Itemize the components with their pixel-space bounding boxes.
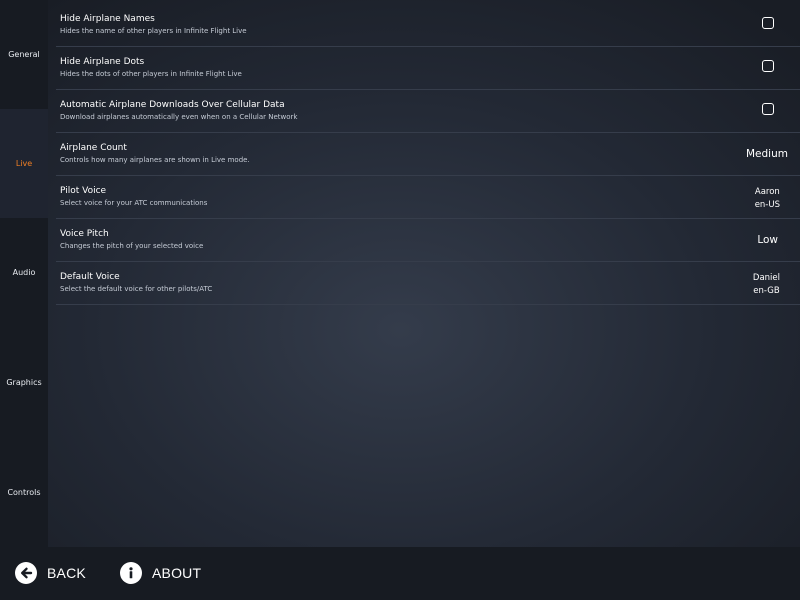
setting-title: Voice Pitch	[60, 229, 109, 239]
setting-title: Airplane Count	[60, 143, 127, 153]
live-settings-list: Hide Airplane Names Hides the name of ot…	[56, 4, 800, 305]
sidebar-item-label: Audio	[12, 268, 36, 277]
about-label: ABOUT	[152, 565, 202, 581]
setting-title: Automatic Airplane Downloads Over Cellul…	[60, 100, 285, 110]
sidebar-item-label: Graphics	[6, 378, 42, 387]
setting-title: Hide Airplane Names	[60, 14, 155, 24]
cellular-downloads-checkbox[interactable]	[762, 103, 774, 115]
voice-pitch-value[interactable]: Low	[757, 234, 778, 246]
bottom-bar: BACK ABOUT	[0, 547, 800, 600]
pilot-voice-selector[interactable]: Aaron en-US	[755, 186, 780, 211]
settings-sidebar: General Live Audio Graphics Controls	[0, 0, 48, 547]
airplane-count-value[interactable]: Medium	[746, 148, 788, 160]
arrow-left-circle-icon	[15, 562, 37, 584]
sidebar-item-label: General	[8, 50, 40, 59]
setting-cellular-downloads: Automatic Airplane Downloads Over Cellul…	[56, 90, 800, 133]
setting-description: Changes the pitch of your selected voice	[60, 242, 204, 250]
back-label: BACK	[47, 565, 86, 581]
sidebar-item-controls[interactable]: Controls	[0, 438, 48, 547]
setting-hide-airplane-names: Hide Airplane Names Hides the name of ot…	[56, 4, 800, 47]
setting-pilot-voice[interactable]: Pilot Voice Select voice for your ATC co…	[56, 176, 800, 219]
hide-airplane-dots-checkbox[interactable]	[762, 60, 774, 72]
default-voice-selector[interactable]: Daniel en-GB	[753, 272, 780, 297]
sidebar-item-label: Controls	[7, 488, 41, 497]
sidebar-item-audio[interactable]: Audio	[0, 218, 48, 327]
setting-airplane-count[interactable]: Airplane Count Controls how many airplan…	[56, 133, 800, 176]
voice-name: Aaron	[754, 187, 780, 197]
setting-hide-airplane-dots: Hide Airplane Dots Hides the dots of oth…	[56, 47, 800, 90]
setting-title: Hide Airplane Dots	[60, 57, 145, 67]
setting-voice-pitch[interactable]: Voice Pitch Changes the pitch of your se…	[56, 219, 800, 262]
back-button[interactable]: BACK	[15, 561, 86, 585]
info-circle-icon	[120, 562, 142, 584]
setting-description: Select voice for your ATC communications	[60, 199, 208, 207]
setting-default-voice[interactable]: Default Voice Select the default voice f…	[56, 262, 800, 305]
sidebar-item-label: Live	[15, 159, 33, 168]
setting-description: Download airplanes automatically even wh…	[60, 113, 298, 121]
sidebar-item-graphics[interactable]: Graphics	[0, 328, 48, 437]
voice-name: Daniel	[752, 273, 780, 283]
voice-locale: en-GB	[753, 285, 780, 296]
setting-title: Pilot Voice	[60, 186, 107, 196]
setting-description: Select the default voice for other pilot…	[60, 285, 213, 293]
sidebar-item-live[interactable]: Live	[0, 109, 48, 218]
setting-description: Hides the dots of other players in Infin…	[60, 70, 242, 78]
hide-airplane-names-checkbox[interactable]	[762, 17, 774, 29]
setting-description: Controls how many airplanes are shown in…	[60, 156, 250, 164]
setting-description: Hides the name of other players in Infin…	[60, 27, 247, 35]
voice-locale: en-US	[754, 199, 780, 210]
setting-title: Default Voice	[60, 272, 120, 282]
about-button[interactable]: ABOUT	[120, 561, 201, 585]
sidebar-item-general[interactable]: General	[0, 0, 48, 109]
